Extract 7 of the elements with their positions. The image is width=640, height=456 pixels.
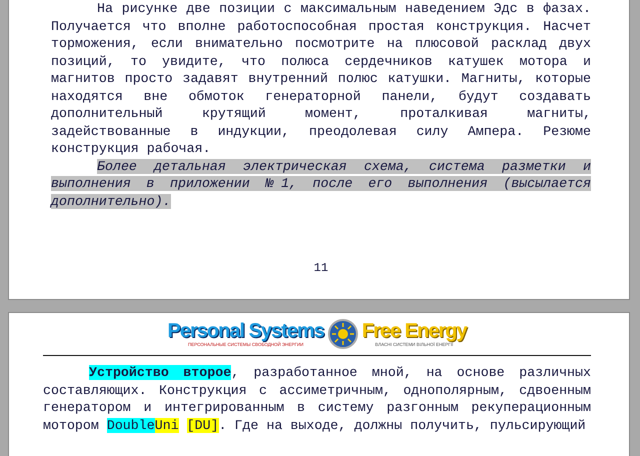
sun-logo-icon	[328, 319, 358, 349]
highlighted-note-paragraph: Более детальная электрическая схема, система разметки и выполнения в приложении №1, после его выполнения (высылается дополнительно).	[51, 158, 591, 210]
logo-title: Free Energy	[362, 320, 466, 342]
page-number: 11	[314, 261, 328, 275]
body-paragraph: На рисунке две позиции с максимальным наведением Эдс в фазах. Получается что вполне работоспособная простая конструкция. Насчет торможения, если внимательно посмотрите на плюсовой расклад двух позиций, то увидите, что полюса сердечников катушек мотора и магнитов просто задавят внутренний полюс катушки. Магниты, которые находятся вне обмоток генераторной панели, будут создавать дополнительный крутящий момент, проталкивая магниты, задействованные в индукции, преодолевая силу Ампера. Резюме конструкция рабочая.	[51, 0, 591, 158]
body-paragraph: Устройство второе, разработанное мной, на основе различных составляющих. Конструкция с ассиметричным, однополярным, сдвоенным генератором и интегрированным в систему разгонным рекуперационным мотором DoubleUni [DU]. Где на выходе, должны получить, пульсирующий	[43, 364, 591, 434]
logo-title: Personal Systems	[168, 320, 324, 342]
